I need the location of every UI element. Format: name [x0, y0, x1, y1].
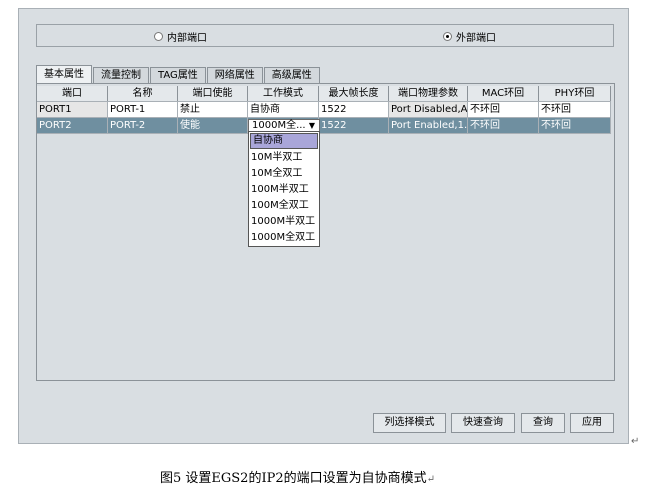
cell-max-frame[interactable]: 1522 [319, 102, 389, 117]
port-type-radio-group: 内部端口 外部端口 [36, 24, 614, 47]
cell-enable[interactable]: 禁止 [178, 102, 248, 117]
property-tabs: 基本属性 流量控制 TAG属性 网络属性 高级属性 [36, 65, 321, 83]
work-mode-dropdown: 自协商 10M半双工 10M全双工 100M半双工 100M全双工 1000M半… [248, 131, 320, 247]
dropdown-option-100m-full[interactable]: 100M全双工 [249, 198, 319, 214]
column-header-mode[interactable]: 工作模式 [248, 86, 319, 101]
quick-query-button[interactable]: 快速查询 [451, 413, 515, 433]
column-header-port[interactable]: 端口 [37, 86, 108, 101]
cell-enable[interactable]: 使能 [178, 118, 248, 133]
dropdown-option-1000m-full[interactable]: 1000M全双工 [249, 230, 319, 246]
cell-phy-loop[interactable]: 不环回 [539, 118, 611, 133]
dropdown-option-100m-half[interactable]: 100M半双工 [249, 182, 319, 198]
cell-name[interactable]: PORT-1 [108, 102, 178, 117]
cell-port[interactable]: PORT2 [37, 118, 108, 133]
external-port-radio[interactable]: 外部端口 [443, 29, 496, 44]
work-mode-value: 1000M全... [252, 120, 306, 131]
internal-port-radio[interactable]: 内部端口 [154, 29, 207, 44]
dropdown-option-auto[interactable]: 自协商 [250, 133, 318, 149]
figure-caption-text: 图5 设置EGS2的IP2的端口设置为自协商模式 [160, 471, 427, 486]
radio-unchecked-icon [154, 32, 163, 41]
dropdown-option-10m-full[interactable]: 10M全双工 [249, 166, 319, 182]
figure-caption: 图5 设置EGS2的IP2的端口设置为自协商模式↵ [160, 467, 435, 486]
cell-max-frame[interactable]: 1522 [319, 118, 389, 133]
port-table: 端口 名称 端口使能 工作模式 最大帧长度 端口物理参数 MAC环回 PHY环回… [37, 86, 611, 247]
column-header-enable[interactable]: 端口使能 [178, 86, 248, 101]
return-mark: ↵ [631, 436, 640, 447]
table-row[interactable]: PORT1 PORT-1 禁止 自协商 1522 Port Disabled,A… [37, 102, 611, 118]
cell-physical[interactable]: Port Disabled,A... [389, 102, 468, 117]
basic-properties-panel: 端口 名称 端口使能 工作模式 最大帧长度 端口物理参数 MAC环回 PHY环回… [36, 83, 615, 381]
cell-mac-loop[interactable]: 不环回 [468, 102, 539, 117]
tab-tag[interactable]: TAG属性 [150, 67, 206, 83]
column-select-mode-button[interactable]: 列选择模式 [373, 413, 446, 433]
column-header-phy-loop[interactable]: PHY环回 [539, 86, 611, 101]
tab-basic[interactable]: 基本属性 [36, 65, 92, 83]
table-header: 端口 名称 端口使能 工作模式 最大帧长度 端口物理参数 MAC环回 PHY环回 [37, 86, 611, 102]
column-header-name[interactable]: 名称 [108, 86, 178, 101]
cell-port[interactable]: PORT1 [37, 102, 108, 117]
cell-mode[interactable]: 自协商 [248, 102, 319, 117]
column-header-mac-loop[interactable]: MAC环回 [468, 86, 539, 101]
cell-physical[interactable]: Port Enabled,1... [389, 118, 468, 133]
external-port-label: 外部端口 [456, 33, 496, 44]
tab-advanced[interactable]: 高级属性 [263, 67, 320, 83]
column-header-physical[interactable]: 端口物理参数 [389, 86, 468, 101]
table-row-selected[interactable]: PORT2 PORT-2 使能 1522 Port Enabled,1... 不… [37, 118, 611, 134]
internal-port-label: 内部端口 [167, 33, 207, 44]
return-mark: ↵ [426, 474, 435, 485]
cell-name[interactable]: PORT-2 [108, 118, 178, 133]
query-button[interactable]: 查询 [521, 413, 565, 433]
tab-flow-control[interactable]: 流量控制 [93, 67, 149, 83]
apply-button[interactable]: 应用 [570, 413, 614, 433]
tab-network[interactable]: 网络属性 [206, 67, 263, 83]
port-config-window: 内部端口 外部端口 基本属性 流量控制 TAG属性 网络属性 高级属性 端口 名… [18, 8, 629, 444]
radio-checked-icon [443, 32, 452, 41]
dropdown-option-1000m-half[interactable]: 1000M半双工 [249, 214, 319, 230]
cell-phy-loop[interactable]: 不环回 [539, 102, 611, 117]
column-header-max-frame[interactable]: 最大帧长度 [319, 86, 389, 101]
dropdown-option-10m-half[interactable]: 10M半双工 [249, 150, 319, 166]
cell-mac-loop[interactable]: 不环回 [468, 118, 539, 133]
